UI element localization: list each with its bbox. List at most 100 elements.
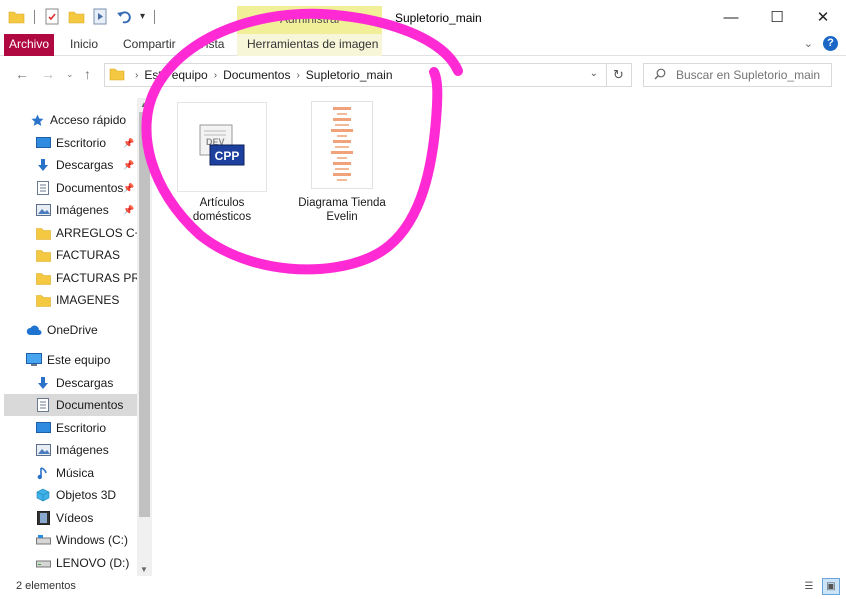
sidebar-item-label: Windows (C:) — [56, 533, 129, 547]
sidebar-item-windows-c[interactable]: Windows (C:) — [0, 529, 137, 551]
folder-icon — [35, 248, 51, 262]
new-folder-icon[interactable] — [68, 8, 85, 25]
sidebar-item-imagenes[interactable]: Imágenes 📌 — [0, 199, 137, 221]
sidebar-item-arreglos-cpp[interactable]: ARREGLOS C++ — [0, 222, 149, 244]
search-icon — [654, 68, 666, 83]
sidebar-item-musica[interactable]: Música — [0, 462, 137, 484]
back-arrow-icon[interactable]: ← — [15, 66, 29, 82]
breadcrumb: › Este equipo › Documentos › Supletorio_… — [125, 68, 399, 82]
customize-qat-icon[interactable]: ▾ — [140, 11, 145, 22]
sidebar-item-videos[interactable]: Vídeos — [0, 507, 137, 529]
document-icon — [35, 398, 51, 412]
breadcrumb-documentos[interactable]: Documentos — [217, 68, 296, 82]
sidebar-item-label: LENOVO (D:) — [56, 556, 130, 570]
context-group-label: Administrar — [280, 12, 341, 26]
music-icon — [35, 466, 51, 480]
quick-access-toolbar: ▾ — [8, 8, 157, 25]
sidebar-item-label: Documentos — [56, 398, 124, 412]
sidebar-item-facturas-productos[interactable]: FACTURAS PRODUCTOS — [0, 267, 152, 289]
file-item-diagrama-tienda-evelin[interactable]: Diagrama Tienda Evelin — [293, 101, 391, 224]
pin-icon[interactable]: 📌 — [123, 205, 134, 216]
scroll-thumb[interactable] — [139, 112, 150, 517]
close-button[interactable]: ✕ — [800, 0, 846, 34]
cpp-file-icon: DEV CPP — [198, 123, 246, 171]
tab-inicio[interactable]: Inicio — [70, 34, 98, 56]
file-list: DEV CPP Artículos domésticos Diagrama Ti… — [152, 92, 846, 576]
sidebar-item-escritorio[interactable]: Escritorio 📌 — [0, 132, 137, 154]
sidebar-item-lenovo-d[interactable]: LENOVO (D:) — [0, 552, 137, 574]
folder-icon — [35, 271, 51, 285]
scroll-down-icon[interactable]: ▼ — [140, 565, 148, 574]
ribbon-right: ⌄ ? — [804, 36, 838, 51]
sidebar-item-pc-imagenes[interactable]: Imágenes — [0, 439, 137, 461]
sidebar-item-label: Imágenes — [56, 443, 109, 457]
file-item-articulos-domesticos[interactable]: DEV CPP Artículos domésticos — [173, 102, 271, 224]
sidebar-item-label: Imágenes — [56, 203, 109, 217]
3d-objects-icon — [35, 488, 51, 502]
title-bar: ▾ Administrar Supletorio_main — ☐ ✕ — [0, 0, 846, 34]
folder-icon — [109, 67, 125, 84]
sidebar-item-pc-escritorio[interactable]: Escritorio — [0, 417, 137, 439]
properties-icon[interactable] — [44, 8, 61, 25]
sidebar-item-onedrive[interactable]: OneDrive — [0, 319, 137, 341]
cpp-badge: CPP — [215, 149, 240, 163]
sidebar-item-objetos-3d[interactable]: Objetos 3D — [0, 484, 137, 506]
sidebar-item-label: Documentos — [56, 181, 124, 195]
download-icon — [35, 158, 51, 172]
details-view-icon[interactable]: ☰ — [800, 578, 818, 595]
tab-archivo[interactable]: Archivo — [4, 34, 54, 56]
help-icon[interactable]: ? — [823, 36, 838, 51]
pin-icon[interactable]: 📌 — [123, 160, 134, 171]
drive-icon — [35, 533, 51, 547]
sidebar-item-label: Música — [56, 466, 95, 480]
sidebar-item-imagenes-folder[interactable]: IMAGENES — [0, 289, 137, 311]
search-input[interactable] — [676, 68, 826, 82]
navigation-pane: Acceso rápido Escritorio 📌 Descargas 📌 D… — [0, 98, 152, 576]
sidebar-item-label: Descargas — [56, 158, 114, 172]
download-icon — [35, 376, 51, 390]
search-box[interactable] — [643, 63, 832, 87]
breadcrumb-supletorio-main[interactable]: Supletorio_main — [300, 68, 399, 82]
sidebar-item-label: Escritorio — [56, 421, 107, 435]
view-toggle: ☰ ▣ — [800, 578, 840, 595]
sidebar-item-pc-descargas[interactable]: Descargas — [0, 372, 137, 394]
scroll-up-icon[interactable]: ▲ — [140, 100, 148, 109]
up-arrow-icon[interactable]: ↑ — [84, 66, 91, 82]
refresh-button[interactable]: ↻ — [606, 63, 632, 87]
sidebar-scrollbar[interactable]: ▲ ▼ — [137, 98, 152, 576]
sidebar-item-este-equipo[interactable]: Este equipo — [0, 349, 137, 371]
tab-vista[interactable]: Vista — [198, 34, 224, 56]
sidebar-item-label: IMAGENES — [56, 293, 120, 307]
sidebar-item-facturas[interactable]: FACTURAS — [0, 244, 137, 266]
folder-icon — [35, 293, 51, 307]
sidebar-item-label: Escritorio — [56, 136, 107, 150]
sidebar-item-label: OneDrive — [47, 323, 98, 337]
minimize-button[interactable]: — — [708, 0, 754, 34]
desktop-icon — [35, 421, 51, 435]
file-name: Artículos domésticos — [192, 197, 252, 223]
sidebar-item-descargas[interactable]: Descargas 📌 — [0, 154, 137, 176]
maximize-button[interactable]: ☐ — [754, 0, 800, 34]
pin-icon[interactable]: 📌 — [123, 183, 134, 194]
breadcrumb-este-equipo[interactable]: Este equipo — [138, 68, 213, 82]
folder-icon[interactable] — [8, 8, 25, 25]
sidebar-item-acceso-rapido[interactable]: Acceso rápido — [0, 109, 137, 131]
address-bar[interactable]: › Este equipo › Documentos › Supletorio_… — [104, 63, 607, 87]
address-dropdown-icon[interactable]: ⌄ — [590, 68, 598, 79]
sidebar-item-documentos[interactable]: Documentos 📌 — [0, 177, 137, 199]
forward-arrow-icon[interactable]: → — [41, 66, 55, 82]
tab-herramientas-de-imagen[interactable]: Herramientas de imagen — [237, 34, 382, 56]
large-icons-view-icon[interactable]: ▣ — [822, 578, 840, 595]
rename-icon[interactable] — [92, 8, 109, 25]
pictures-icon — [35, 203, 51, 217]
pictures-icon — [35, 443, 51, 457]
recent-locations-icon[interactable]: ⌄ — [66, 69, 74, 80]
tab-compartir[interactable]: Compartir — [123, 34, 176, 56]
expand-ribbon-icon[interactable]: ⌄ — [804, 37, 813, 50]
pin-icon[interactable]: 📌 — [123, 138, 134, 149]
sidebar-item-label: ARREGLOS C++ — [56, 226, 149, 240]
computer-icon — [26, 353, 42, 367]
sidebar-item-pc-documentos[interactable]: Documentos — [4, 394, 137, 416]
undo-icon[interactable] — [116, 8, 133, 25]
folder-icon — [35, 226, 51, 240]
